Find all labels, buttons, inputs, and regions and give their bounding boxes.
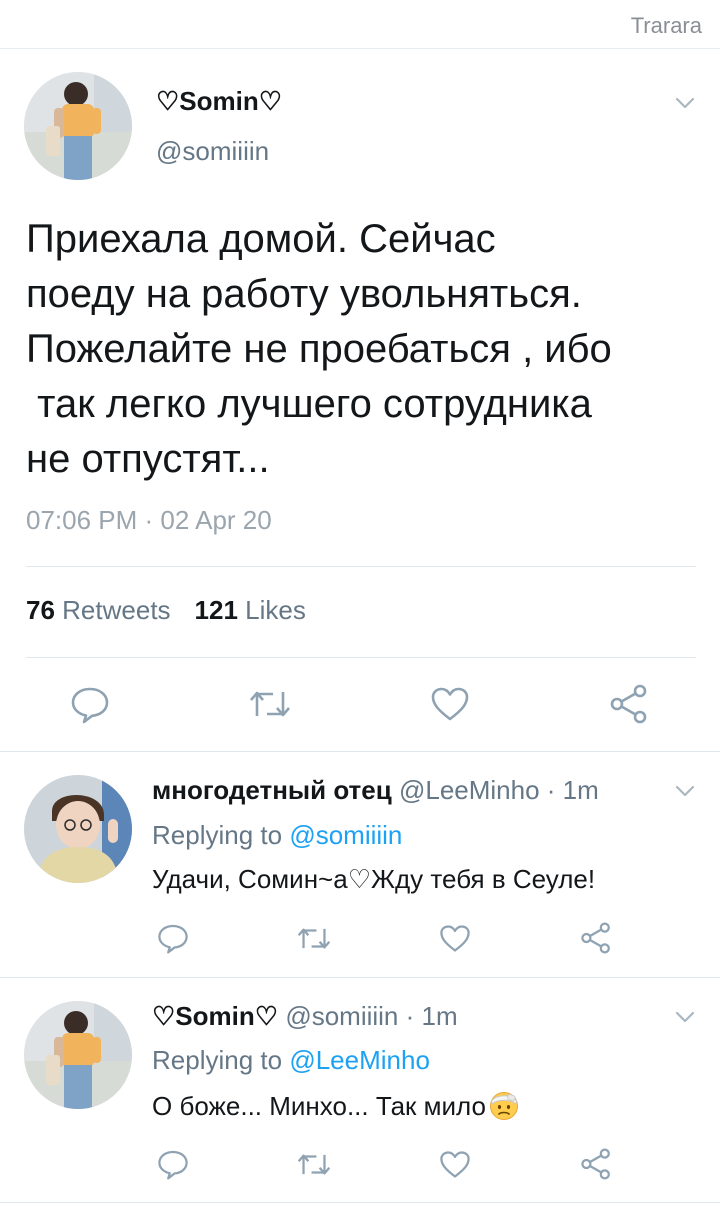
reply-icon[interactable] — [157, 922, 189, 959]
tweet-text: Приехала домой. Сейчас поеду на работу у… — [26, 217, 612, 481]
divider — [26, 657, 696, 658]
tweet-stats: 76 Retweets 121 Likes — [26, 595, 306, 626]
share-icon[interactable] — [609, 684, 649, 729]
mention-link[interactable]: @somiiiin — [289, 820, 402, 850]
retweets-label[interactable]: Retweets — [62, 595, 170, 625]
retweet-icon[interactable] — [297, 1150, 331, 1184]
replying-prefix: Replying to — [152, 1045, 283, 1075]
handle[interactable]: @somiiiin — [156, 136, 269, 167]
display-name[interactable]: ♡Somin♡ — [156, 86, 282, 117]
reply-text-wrap: О боже... Минхо... Так мило — [152, 1089, 520, 1128]
reply-header: многодетный отец @LeeMinho · 1m — [152, 775, 599, 806]
likes-count[interactable]: 121 — [195, 595, 238, 625]
reply-icon[interactable] — [70, 684, 110, 729]
chevron-down-icon[interactable] — [672, 90, 698, 116]
chevron-down-icon[interactable] — [672, 778, 698, 804]
display-name[interactable]: многодетный отец — [152, 775, 392, 805]
likes-label[interactable]: Likes — [245, 595, 306, 625]
handle[interactable]: @LeeMinho — [399, 775, 540, 805]
separator — [0, 977, 720, 978]
separator — [0, 751, 720, 752]
handle[interactable]: @somiiiin — [285, 1001, 398, 1031]
separator — [0, 1202, 720, 1203]
reply-icon[interactable] — [157, 1148, 189, 1185]
retweet-icon[interactable] — [297, 924, 331, 958]
divider — [26, 566, 696, 567]
share-icon[interactable] — [580, 1148, 612, 1185]
heart-icon[interactable] — [430, 686, 470, 727]
tweet-timestamp[interactable]: 07:06 PM · 02 Apr 20 — [26, 505, 272, 536]
reply-time: · 1m — [405, 1001, 458, 1031]
reply-text: Удачи, Сомин~а♡Жду тебя в Сеуле! — [152, 864, 596, 894]
avatar[interactable] — [24, 72, 132, 180]
avatar[interactable] — [24, 775, 132, 883]
retweets-count[interactable]: 76 — [26, 595, 55, 625]
display-name[interactable]: ♡Somin♡ — [152, 1001, 278, 1031]
reply-time: · 1m — [546, 775, 599, 805]
face-with-head-bandage-icon — [488, 1089, 520, 1128]
avatar[interactable] — [24, 1001, 132, 1109]
replying-prefix: Replying to — [152, 820, 283, 850]
mention-link[interactable]: @LeeMinho — [289, 1045, 430, 1075]
topbar-label: Trarara — [630, 13, 702, 38]
retweet-icon[interactable] — [249, 686, 291, 727]
top-bar: Trarara — [0, 0, 720, 49]
reply-header: ♡Somin♡ @somiiiin · 1m — [152, 1001, 458, 1032]
heart-icon[interactable] — [439, 924, 471, 958]
reply-text: О боже... Минхо... Так мило — [152, 1091, 486, 1121]
chevron-down-icon[interactable] — [672, 1004, 698, 1030]
replying-to: Replying to @somiiiin — [152, 820, 402, 851]
replying-to: Replying to @LeeMinho — [152, 1045, 430, 1076]
share-icon[interactable] — [580, 922, 612, 959]
heart-icon[interactable] — [439, 1150, 471, 1184]
